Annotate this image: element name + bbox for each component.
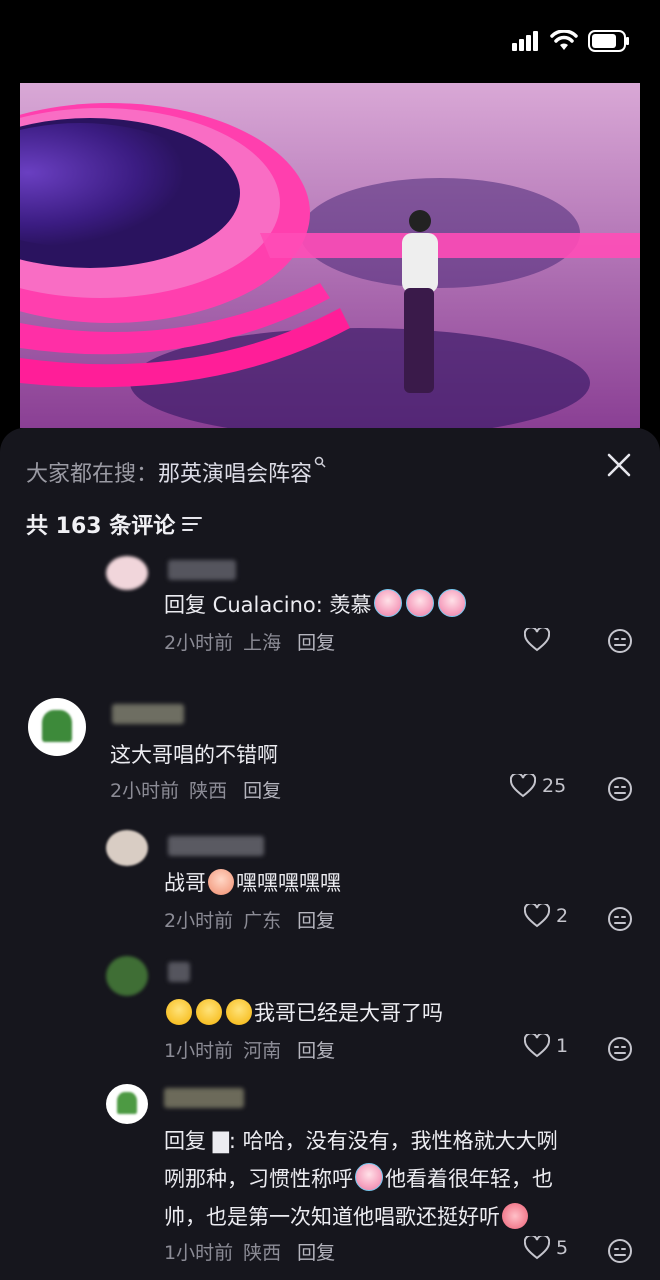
emoji-face-icon[interactable]: [607, 906, 633, 932]
emoji-face-icon[interactable]: [607, 776, 633, 802]
comment-count-label: 共 163 条评论: [26, 514, 176, 539]
peach-emoji-icon: [502, 1203, 528, 1229]
video-player[interactable]: [20, 83, 640, 428]
comment-time: 1小时前: [164, 1242, 234, 1264]
crying-emoji-icon: [437, 589, 466, 617]
emoji-face-icon[interactable]: [607, 1036, 633, 1062]
status-time-blurred: [46, 26, 136, 56]
comment-location: 陕西: [189, 780, 228, 802]
avatar[interactable]: [106, 830, 148, 866]
comment-meta: 1小时前 陕西 回复: [164, 1238, 335, 1265]
comment-text-line-1: 回复 ▇: 哈哈，没有没有，我性格就大大咧: [164, 1129, 558, 1153]
avatar[interactable]: [106, 1084, 148, 1124]
laughing-emoji-icon: [226, 999, 252, 1025]
username-blurred[interactable]: [168, 962, 190, 982]
comment-location: 广东: [243, 910, 282, 932]
comment-time: 2小时前: [164, 632, 234, 654]
comment-reply: 回复 Cualacino: 羡慕 2小时前 上海 回复: [0, 556, 660, 666]
comment-time: 2小时前: [110, 780, 180, 802]
comment-meta: 2小时前 上海 回复: [164, 628, 335, 655]
crying-emoji-icon: [405, 589, 434, 617]
comment-location: 陕西: [243, 1242, 282, 1264]
avatar[interactable]: [106, 556, 148, 590]
comment-meta: 1小时前 河南 回复: [164, 1036, 335, 1063]
comment-reply: 战哥 嘿嘿嘿嘿嘿 2小时前 广东 回复 2: [0, 828, 660, 938]
comment-text: 这大哥唱的不错啊: [110, 743, 278, 767]
like-count: 2: [556, 905, 569, 927]
comment-time: 2小时前: [164, 910, 234, 932]
trending-search-prefix: 大家都在搜：: [26, 462, 159, 487]
avatar[interactable]: [28, 698, 86, 756]
crying-emoji-icon: [373, 589, 402, 617]
comment-reply: 回复 ▇: 哈哈，没有没有，我性格就大大咧 咧那种，习惯性称呼 他看着很年轻，也 …: [0, 1082, 660, 1280]
avatar[interactable]: [106, 956, 148, 996]
comment-text: 回复 Cualacino: 羡慕: [164, 586, 468, 624]
status-bar: [0, 0, 660, 80]
heart-icon: [524, 904, 550, 928]
comment-count: 共 163 条评论: [26, 508, 203, 540]
heart-icon: [524, 1034, 550, 1058]
search-icon: [314, 456, 326, 468]
username-blurred[interactable]: [164, 1088, 244, 1108]
laughing-emoji-icon: [196, 999, 222, 1025]
comment-reply: 我哥已经是大哥了吗 1小时前 河南 回复 1: [0, 956, 660, 1066]
comment-item: 这大哥唱的不错啊 2小时前 陕西 回复 25: [0, 696, 660, 816]
comment-time: 1小时前: [164, 1040, 234, 1062]
username-blurred[interactable]: [168, 836, 264, 856]
reply-button[interactable]: 回复: [243, 776, 281, 803]
username-blurred[interactable]: [112, 704, 184, 724]
emoji-face-icon[interactable]: [607, 1238, 633, 1264]
username-blurred[interactable]: [168, 560, 236, 580]
comment-meta: 2小时前 广东 回复: [164, 906, 335, 933]
like-button[interactable]: [524, 628, 556, 652]
reply-button[interactable]: 回复: [297, 1238, 335, 1265]
trending-search-keyword[interactable]: 那英演唱会阵容: [158, 462, 312, 487]
reply-button[interactable]: 回复: [297, 1036, 335, 1063]
close-icon[interactable]: [604, 450, 634, 480]
heart-icon: [524, 628, 550, 652]
like-button[interactable]: 25: [510, 774, 566, 798]
like-count: 1: [556, 1035, 569, 1057]
comment-meta: 2小时前 陕西 回复: [110, 776, 281, 803]
comment-location: 河南: [243, 1040, 282, 1062]
wifi-icon: [550, 30, 578, 50]
comment-panel: 大家都在搜：那英演唱会阵容 共 163 条评论 回复 Cualacino: 羡慕…: [0, 428, 660, 1280]
like-button[interactable]: 2: [524, 904, 568, 928]
reply-button[interactable]: 回复: [297, 906, 335, 933]
status-icons: [512, 30, 630, 52]
sort-icon[interactable]: [181, 515, 203, 533]
sunglasses-emoji-icon: [208, 869, 234, 895]
video-frame-stage: [20, 83, 640, 428]
like-count: 25: [542, 775, 567, 797]
heart-icon: [524, 1236, 550, 1260]
signal-icon: [512, 31, 538, 51]
laughing-emoji-icon: [166, 999, 192, 1025]
comment-text-line-3: 帅，也是第一次知道他唱歌还挺好听: [164, 1198, 530, 1236]
like-count: 5: [556, 1237, 569, 1259]
comment-location: 上海: [243, 632, 282, 654]
crying-emoji-icon: [355, 1163, 383, 1191]
battery-icon: [588, 30, 629, 52]
heart-icon: [510, 774, 536, 798]
emoji-face-icon[interactable]: [607, 628, 633, 654]
trending-search[interactable]: 大家都在搜：那英演唱会阵容: [26, 456, 326, 488]
reply-button[interactable]: 回复: [297, 628, 335, 655]
comment-text-line-2: 咧那种，习惯性称呼 他看着很年轻，也: [164, 1160, 553, 1198]
like-button[interactable]: 5: [524, 1236, 568, 1260]
comment-text: 战哥 嘿嘿嘿嘿嘿: [164, 869, 341, 895]
comment-text: 我哥已经是大哥了吗: [164, 994, 443, 1032]
like-button[interactable]: 1: [524, 1034, 568, 1058]
